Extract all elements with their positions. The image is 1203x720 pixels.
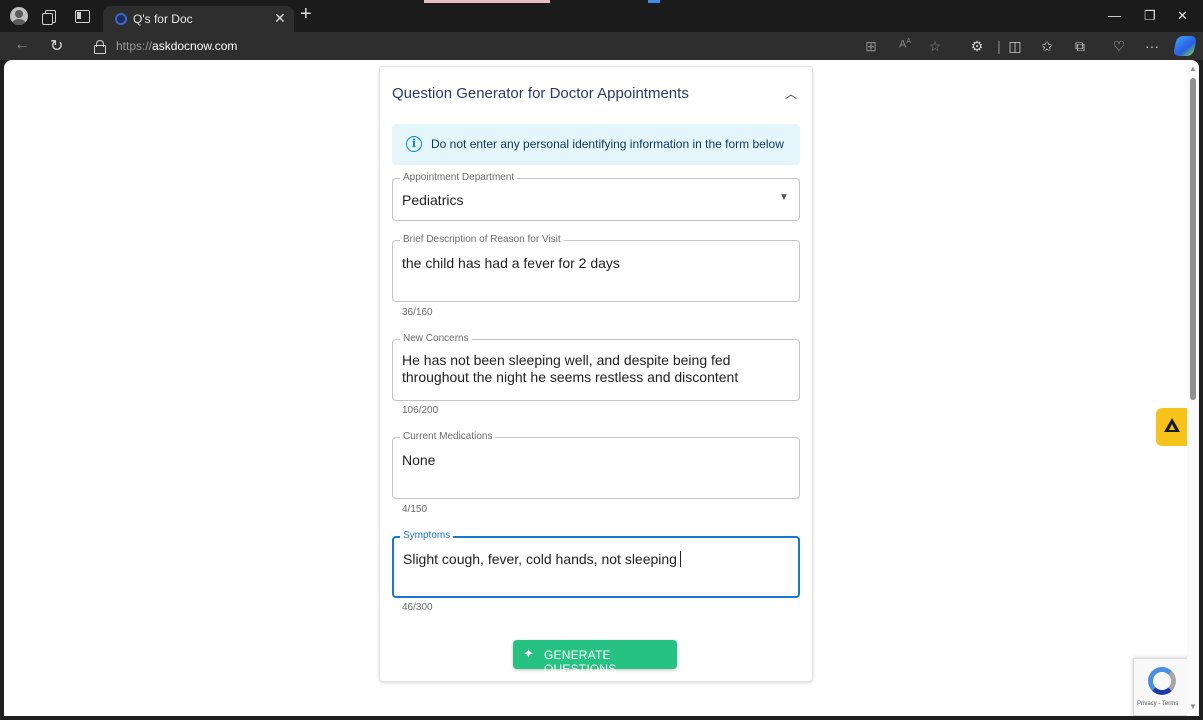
more-menu-icon[interactable]: ···: [1143, 38, 1161, 54]
favorite-star-icon[interactable]: ☆: [926, 38, 944, 55]
generate-questions-button[interactable]: ✦ GENERATE QUESTIONS: [513, 640, 677, 676]
tab-bar: Q's for Doc ✕ + — ❐ ✕: [0, 0, 1203, 32]
medications-field[interactable]: Current Medications None: [392, 431, 800, 499]
favorites-icon[interactable]: ✩: [1038, 38, 1056, 55]
tab-close-icon[interactable]: ✕: [274, 10, 286, 27]
widget-logo-icon: [1164, 418, 1180, 432]
reason-label: Brief Description of Reason for Visit: [400, 234, 564, 246]
page-scrollbar[interactable]: ▲ ▼: [1187, 60, 1199, 716]
window-accent-blue: [648, 0, 660, 3]
medications-value: None: [402, 452, 436, 468]
browser-tab[interactable]: Q's for Doc ✕: [103, 6, 294, 32]
page-viewport: Question Generator for Doctor Appointmen…: [4, 60, 1199, 716]
text-caret: [679, 551, 681, 567]
url-domain: askdocnow.com: [152, 39, 238, 53]
question-generator-card: Question Generator for Doctor Appointmen…: [379, 66, 813, 682]
read-aloud-icon[interactable]: AA: [896, 38, 914, 51]
reason-field[interactable]: Brief Description of Reason for Visit th…: [392, 234, 800, 302]
recaptcha-icon: [1148, 667, 1176, 695]
page-title: Question Generator for Doctor Appointmen…: [392, 85, 689, 102]
url-scheme: https://: [116, 39, 153, 53]
minimize-button[interactable]: —: [1108, 8, 1121, 23]
close-window-button[interactable]: ✕: [1177, 8, 1188, 24]
symptoms-label: Symptoms: [400, 530, 454, 542]
concerns-value: He has not been sleeping well, and despi…: [402, 352, 739, 385]
new-tab-button[interactable]: +: [300, 4, 312, 24]
window-accent: [424, 0, 550, 3]
department-label: Appointment Department: [400, 172, 518, 184]
sparkle-icon: ✦: [523, 646, 535, 661]
department-value: Pediatrics: [402, 192, 464, 208]
symptoms-value: Slight cough, fever, cold hands, not sle…: [403, 551, 677, 567]
tab-favicon-icon: [115, 13, 127, 25]
scroll-up-icon[interactable]: ▲: [1189, 64, 1197, 73]
medications-label: Current Medications: [400, 431, 496, 443]
workspaces-icon[interactable]: [42, 8, 58, 25]
medications-counter: 4/150: [402, 504, 428, 515]
vertical-tabs-icon[interactable]: [74, 8, 90, 24]
reason-value: the child has had a fever for 2 days: [402, 255, 620, 271]
concerns-counter: 106/200: [402, 405, 439, 416]
back-arrow-icon[interactable]: ←: [14, 36, 30, 54]
collections-icon[interactable]: ⧉: [1071, 38, 1089, 55]
extensions-icon[interactable]: ⚙: [968, 38, 986, 55]
browser-essentials-icon[interactable]: ♡: [1110, 38, 1128, 55]
lock-icon[interactable]: [94, 40, 106, 54]
tab-title: Q's for Doc: [133, 12, 193, 26]
address-bar: ← ↻ https://askdocnow.com ⊞ AA ☆ ⚙ | ◫ ✩…: [0, 32, 1203, 60]
alert-text: Do not enter any personal identifying in…: [431, 137, 784, 151]
profile-icon[interactable]: [10, 7, 28, 25]
info-alert: i Do not enter any personal identifying …: [392, 124, 800, 165]
restore-button[interactable]: ❐: [1144, 8, 1156, 24]
symptoms-field[interactable]: Symptoms Slight cough, fever, cold hands…: [392, 530, 800, 598]
concerns-label: New Concerns: [400, 333, 472, 345]
symptoms-input[interactable]: Slight cough, fever, cold hands, not sle…: [403, 551, 681, 568]
scroll-thumb[interactable]: [1190, 78, 1196, 400]
concerns-field[interactable]: New Concerns He has not been sleeping we…: [392, 333, 800, 401]
scroll-down-icon[interactable]: ▼: [1189, 702, 1197, 711]
recaptcha-privacy-terms[interactable]: Privacy - Terms: [1137, 701, 1178, 707]
info-icon: i: [406, 136, 422, 152]
copilot-icon[interactable]: [1172, 36, 1198, 56]
dropdown-arrow-icon[interactable]: ▼: [779, 192, 789, 203]
side-widget-button[interactable]: [1156, 408, 1188, 446]
refresh-icon[interactable]: ↻: [50, 36, 63, 56]
department-select[interactable]: Appointment Department Pediatrics ▼: [392, 172, 800, 221]
recaptcha-badge[interactable]: Privacy - Terms: [1133, 658, 1191, 716]
split-screen-icon[interactable]: ◫: [1006, 38, 1024, 55]
url-field[interactable]: https://askdocnow.com: [116, 39, 237, 53]
symptoms-counter: 46/300: [402, 602, 433, 613]
chevron-up-icon[interactable]: ︿: [785, 85, 797, 102]
app-available-icon[interactable]: ⊞: [862, 38, 880, 55]
generate-questions-label: GENERATE QUESTIONS: [544, 648, 617, 676]
reason-counter: 36/160: [402, 307, 433, 318]
